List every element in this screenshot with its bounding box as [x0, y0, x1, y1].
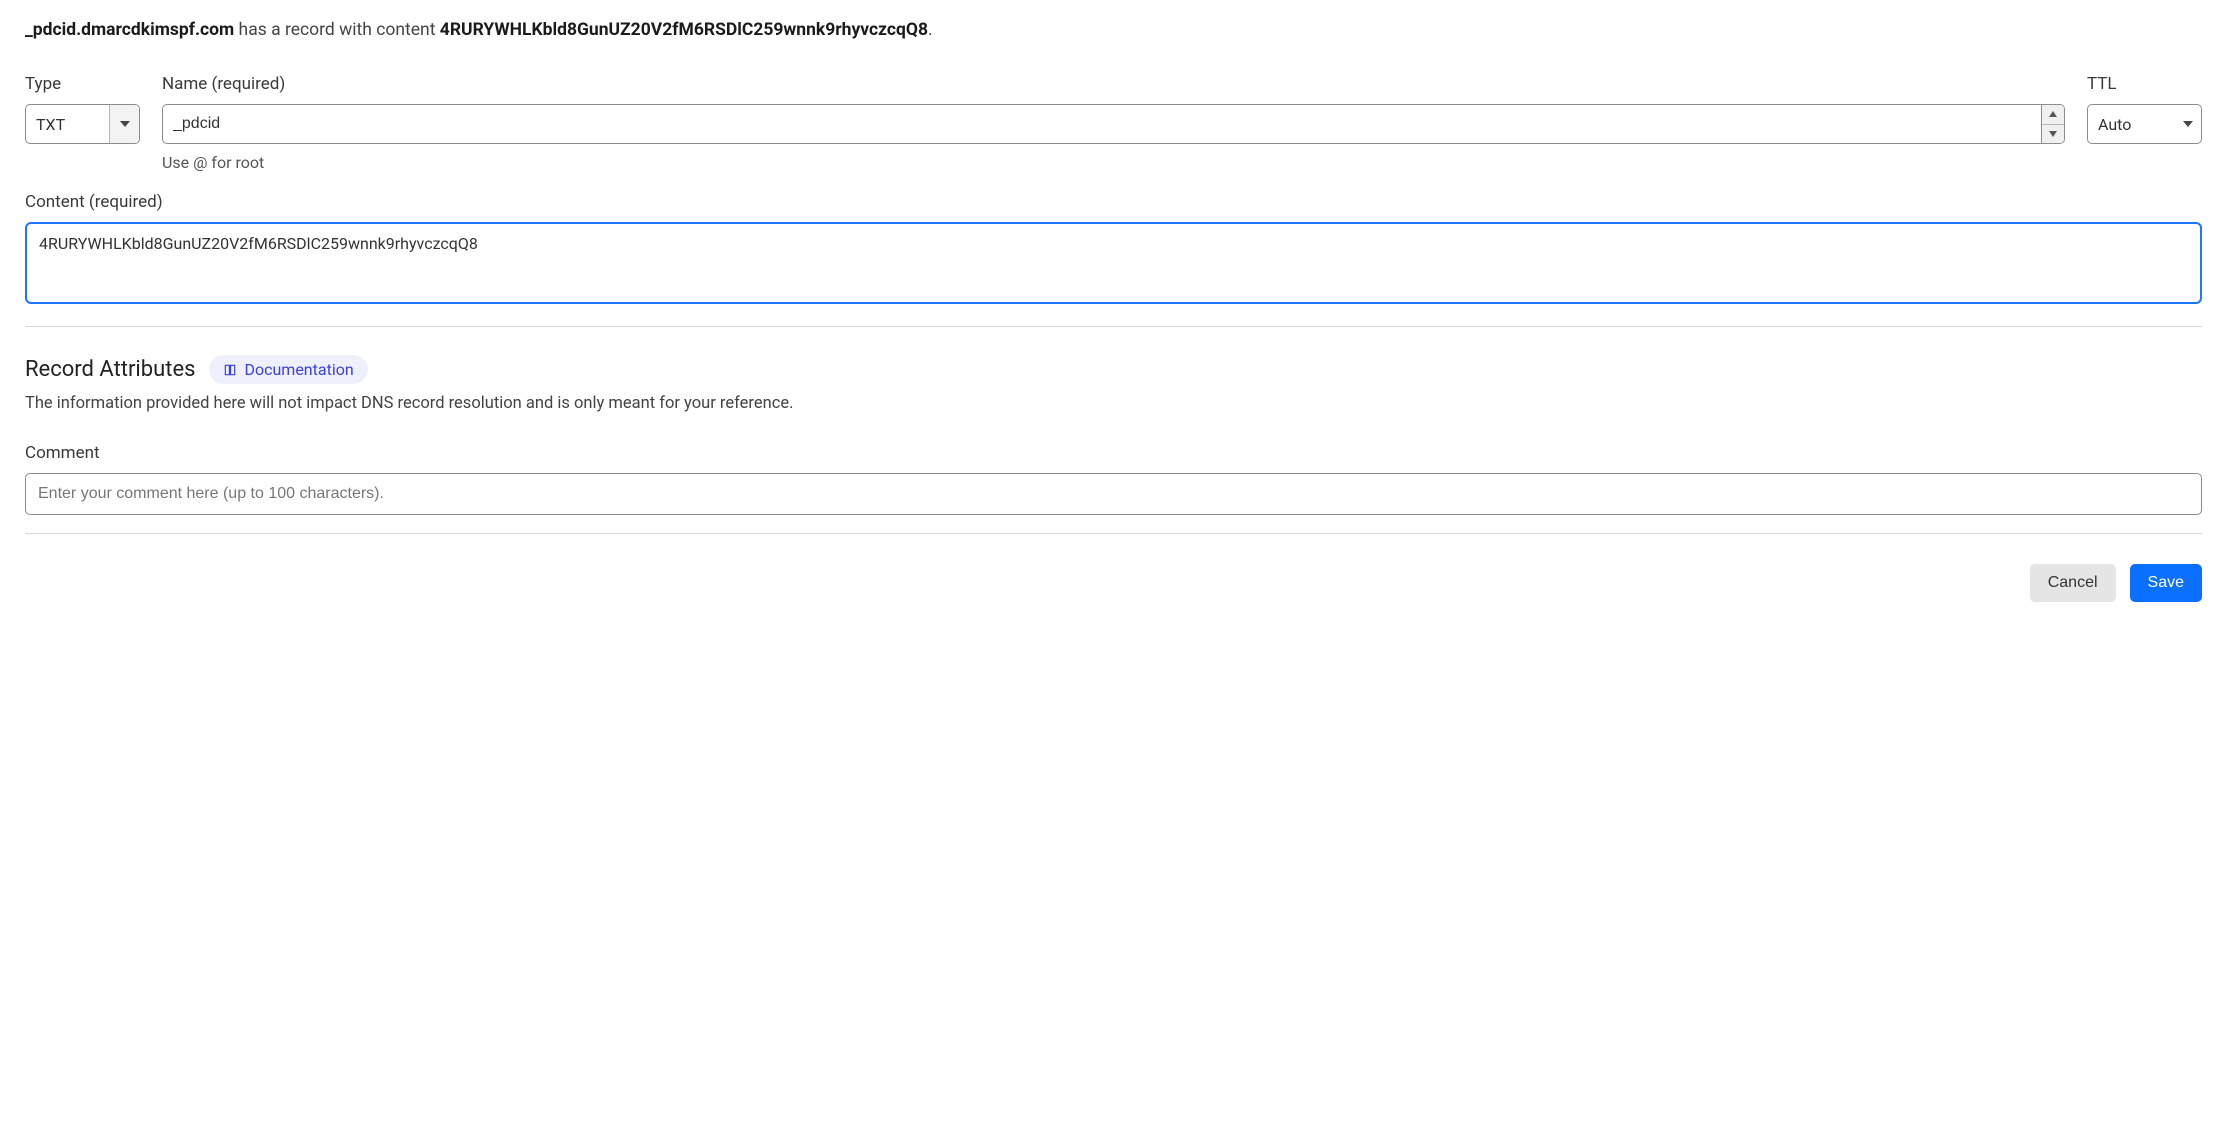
content-field-group: Content (required) — [25, 192, 2202, 308]
divider — [25, 326, 2202, 327]
comment-input[interactable] — [25, 473, 2202, 515]
content-label: Content (required) — [25, 192, 2202, 212]
ttl-select-value: Auto — [2098, 115, 2191, 134]
documentation-label: Documentation — [244, 360, 353, 379]
cancel-button[interactable]: Cancel — [2030, 564, 2116, 602]
type-label: Type — [25, 74, 140, 94]
type-field-group: Type TXT — [25, 74, 140, 144]
comment-label: Comment — [25, 443, 2202, 463]
attributes-header: Record Attributes Documentation — [25, 355, 2202, 384]
record-content-value: 4RURYWHLKbld8GunUZ20V2fM6RSDlC259wnnk9rh… — [440, 20, 928, 40]
record-summary: _pdcid.dmarcdkimspf.com has a record wit… — [25, 20, 2202, 40]
name-spinner — [2041, 104, 2065, 144]
name-input[interactable] — [162, 104, 2041, 144]
name-input-wrap — [162, 104, 2065, 144]
footer-actions: Cancel Save — [25, 564, 2202, 602]
documentation-link[interactable]: Documentation — [209, 355, 367, 384]
ttl-label: TTL — [2087, 74, 2202, 94]
name-label: Name (required) — [162, 74, 2065, 94]
record-summary-mid: has a record with content — [234, 20, 440, 40]
save-button[interactable]: Save — [2130, 564, 2202, 602]
type-select[interactable]: TXT — [25, 104, 140, 144]
content-textarea[interactable] — [25, 222, 2202, 304]
book-icon — [223, 363, 237, 377]
triangle-up-icon — [2049, 111, 2057, 117]
record-form-row: Type TXT Name (required) Use @ for root … — [25, 74, 2202, 172]
ttl-field-group: TTL Auto — [2087, 74, 2202, 144]
type-select-value: TXT — [36, 115, 109, 134]
name-helper: Use @ for root — [162, 153, 2065, 172]
comment-field-group: Comment — [25, 443, 2202, 515]
record-summary-period: . — [928, 20, 933, 40]
spinner-down[interactable] — [2042, 125, 2064, 144]
triangle-down-icon — [2049, 131, 2057, 137]
chevron-down-icon — [2183, 105, 2193, 143]
chevron-down-icon — [109, 105, 139, 143]
ttl-select[interactable]: Auto — [2087, 104, 2202, 144]
attributes-title: Record Attributes — [25, 357, 195, 382]
name-field-group: Name (required) Use @ for root — [162, 74, 2065, 172]
spinner-up[interactable] — [2042, 105, 2064, 125]
record-hostname: _pdcid.dmarcdkimspf.com — [25, 20, 234, 40]
divider — [25, 533, 2202, 534]
attributes-description: The information provided here will not i… — [25, 394, 2202, 413]
